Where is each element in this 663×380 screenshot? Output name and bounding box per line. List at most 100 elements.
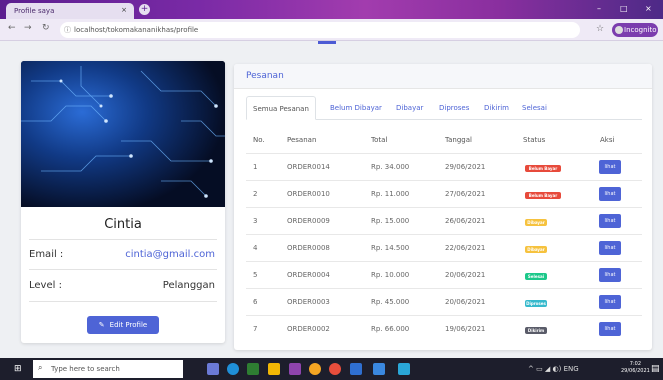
reload-icon[interactable]: ↻	[42, 23, 50, 33]
profile-name: Cintia	[104, 217, 142, 232]
lihat-button[interactable]: lihat	[599, 187, 621, 201]
orders-title: Pesanan	[234, 64, 652, 89]
windows-start-icon[interactable]: ⊞	[14, 364, 22, 374]
cell-total: Rp. 15.000	[371, 217, 410, 225]
app-icon[interactable]	[373, 363, 385, 375]
cell-no: 5	[253, 271, 258, 279]
lihat-button[interactable]: lihat	[599, 214, 621, 228]
tab-title: Profile saya	[14, 7, 55, 15]
row-divider	[246, 234, 642, 235]
maximize-icon[interactable]: □	[620, 4, 628, 13]
cell-total: Rp. 66.000	[371, 325, 410, 333]
status-badge: Selesai	[525, 273, 547, 280]
notification-icon[interactable]: ▤	[651, 364, 660, 374]
tab-dikirim[interactable]: Dikirim	[484, 96, 509, 120]
status-badge: Belum Bayar	[525, 192, 561, 199]
edit-profile-button[interactable]: ✎ Edit Profile	[87, 316, 159, 334]
cell-order: ORDER0009	[287, 217, 330, 225]
back-icon[interactable]: ←	[8, 23, 16, 33]
browser-titlebar: Profile saya × + – □ ×	[0, 0, 663, 19]
col-header-tanggal: Tanggal	[445, 136, 472, 144]
tab-close-icon[interactable]: ×	[121, 6, 127, 14]
lihat-button[interactable]: lihat	[599, 241, 621, 255]
language-indicator: ENG	[563, 365, 579, 373]
search-icon: ⌕	[38, 363, 43, 372]
task-view-icon[interactable]	[207, 363, 219, 375]
profile-card: Cintia Email : cintia@gmail.com Level : …	[21, 61, 225, 343]
cell-order: ORDER0014	[287, 163, 330, 171]
email-label: Email :	[29, 249, 64, 260]
cell-total: Rp. 11.000	[371, 190, 410, 198]
status-badge: Dibayar	[525, 219, 547, 226]
app-icon[interactable]	[350, 363, 362, 375]
cell-total: Rp. 10.000	[371, 271, 410, 279]
taskbar-search-input[interactable]: ⌕ Type here to search	[33, 360, 183, 378]
col-header-no: No.	[253, 136, 265, 144]
url-text: localhost/tokomakananikhas/profile	[74, 26, 199, 34]
lihat-button[interactable]: lihat	[599, 322, 621, 336]
taskbar: ⊞ ⌕ Type here to search ^ ▭ ◢ ◐) ENG 7:0…	[0, 358, 663, 380]
profile-banner-image	[21, 61, 225, 207]
incognito-badge[interactable]: Incognito	[612, 23, 658, 37]
tab-selesai[interactable]: Selesai	[522, 96, 547, 120]
chrome-icon[interactable]	[309, 363, 321, 375]
tab-semua-pesanan[interactable]: Semua Pesanan	[246, 96, 316, 120]
incognito-icon	[615, 26, 623, 34]
cell-no: 3	[253, 217, 258, 225]
divider	[29, 239, 217, 240]
status-badge: Dibayar	[525, 246, 547, 253]
cell-total: Rp. 34.000	[371, 163, 410, 171]
tab-diproses[interactable]: Diproses	[439, 96, 469, 120]
lihat-button[interactable]: lihat	[599, 295, 621, 309]
status-badge: Belum Bayar	[525, 165, 561, 172]
forward-icon[interactable]: →	[24, 23, 32, 33]
cell-order: ORDER0010	[287, 190, 330, 198]
tab-belum-dibayar[interactable]: Belum Dibayar	[330, 96, 382, 120]
divider	[29, 269, 217, 270]
cell-total: Rp. 14.500	[371, 244, 410, 252]
browser-tab[interactable]: Profile saya ×	[6, 3, 134, 19]
cell-no: 2	[253, 190, 258, 198]
clock[interactable]: 7:02 29/06/2021	[621, 361, 650, 375]
cell-total: Rp. 45.000	[371, 298, 410, 306]
status-badge: Dikirim	[525, 327, 547, 334]
edit-profile-label: Edit Profile	[109, 321, 148, 329]
lihat-button[interactable]: lihat	[599, 268, 621, 282]
minimize-icon[interactable]: –	[597, 4, 601, 13]
row-divider	[246, 315, 642, 316]
cell-date: 27/06/2021	[445, 190, 486, 198]
clock-time: 7:02	[629, 361, 642, 367]
status-badge: Diproses	[525, 300, 547, 307]
cell-order: ORDER0004	[287, 271, 330, 279]
bookmark-star-icon[interactable]: ☆	[596, 24, 604, 34]
cell-no: 6	[253, 298, 258, 306]
cell-date: 29/06/2021	[445, 163, 486, 171]
nav-indicator	[318, 41, 336, 44]
lihat-button[interactable]: lihat	[599, 160, 621, 174]
col-header-aksi: Aksi	[600, 136, 615, 144]
row-divider	[246, 153, 642, 154]
row-divider	[246, 288, 642, 289]
cell-order: ORDER0002	[287, 325, 330, 333]
app-icon[interactable]	[398, 363, 410, 375]
divider	[29, 301, 217, 302]
cell-date: 22/06/2021	[445, 244, 486, 252]
edge-icon[interactable]	[227, 363, 239, 375]
firefox-icon[interactable]	[329, 363, 341, 375]
url-input[interactable]: ⓘ localhost/tokomakananikhas/profile	[60, 22, 580, 38]
order-tabs: Semua Pesanan Belum Dibayar Dibayar Dipr…	[246, 96, 642, 120]
row-divider	[246, 207, 642, 208]
col-header-status: Status	[523, 136, 546, 144]
cell-order: ORDER0008	[287, 244, 330, 252]
info-icon[interactable]: ⓘ	[64, 25, 71, 35]
system-tray[interactable]: ^ ▭ ◢ ◐) ENG	[528, 365, 579, 373]
clock-date: 29/06/2021	[621, 368, 650, 374]
window-close-icon[interactable]: ×	[645, 4, 652, 13]
cell-no: 1	[253, 163, 258, 171]
file-explorer-icon[interactable]	[268, 363, 280, 375]
cell-date: 19/06/2021	[445, 325, 486, 333]
store-icon[interactable]	[247, 363, 259, 375]
tab-dibayar[interactable]: Dibayar	[396, 96, 423, 120]
app-icon[interactable]	[289, 363, 301, 375]
new-tab-button[interactable]: +	[139, 4, 150, 15]
